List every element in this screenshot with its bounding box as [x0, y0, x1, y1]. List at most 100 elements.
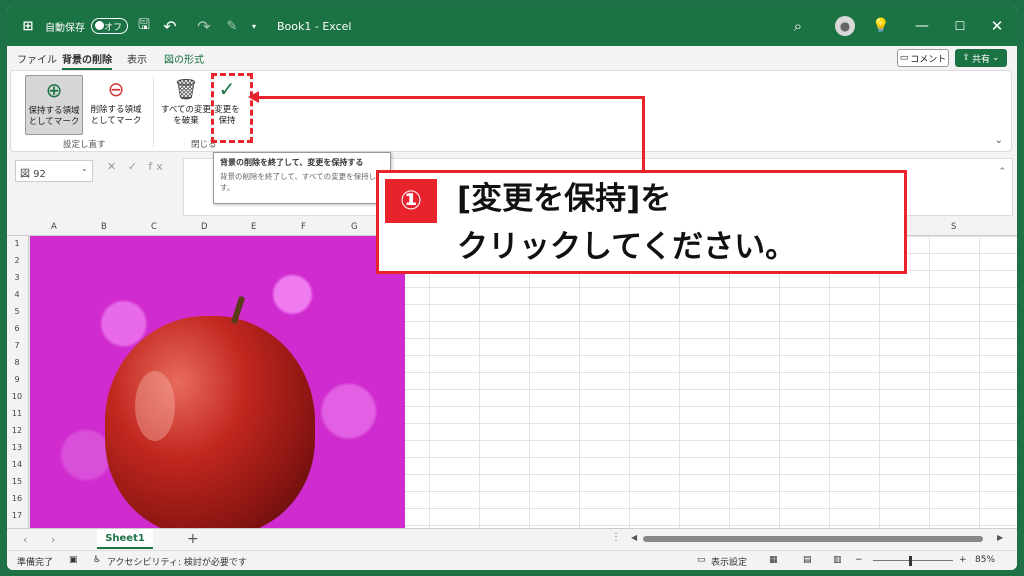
- discard-label-2: を破棄: [173, 116, 199, 126]
- row-header[interactable]: 3: [7, 273, 27, 282]
- autosave-label: 自動保存: [45, 22, 85, 34]
- display-settings-button[interactable]: 表示設定: [711, 555, 747, 568]
- formula-buttons[interactable]: ✕ ✓ fx: [107, 160, 167, 173]
- add-sheet-icon[interactable]: +: [187, 531, 199, 547]
- pencil-plus-icon: ⊕: [45, 77, 63, 102]
- column-header[interactable]: D: [201, 222, 208, 232]
- expand-formula-bar-icon[interactable]: ⌃: [998, 167, 1006, 177]
- zoom-in-icon[interactable]: +: [959, 555, 967, 565]
- keep-changes-highlight: [211, 73, 253, 143]
- minimize-button[interactable]: —: [907, 6, 937, 46]
- status-bar: 準備完了 ▣ ♿ アクセシビリティ: 検討が必要です ▭ 表示設定 ▦ ▤ ▥ …: [7, 550, 1017, 570]
- macro-record-icon[interactable]: ▣: [69, 555, 78, 565]
- scroll-left-icon[interactable]: ◀: [631, 533, 637, 542]
- column-header[interactable]: C: [151, 222, 157, 232]
- zoom-slider-thumb[interactable]: [909, 556, 912, 566]
- close-button[interactable]: ✕: [982, 6, 1012, 46]
- format-painter-icon[interactable]: ✎: [223, 6, 241, 46]
- instruction-line-1: [変更を保持]を: [457, 181, 672, 217]
- column-header[interactable]: G: [351, 222, 358, 232]
- share-button[interactable]: ⇪ 共有 ⌄: [955, 49, 1007, 67]
- search-icon[interactable]: ⌕: [787, 6, 809, 46]
- mark-keep-label-1: 保持する領域: [28, 106, 80, 116]
- row-header[interactable]: 10: [7, 392, 27, 401]
- quick-access-more-icon[interactable]: ▾: [247, 6, 261, 46]
- excel-window: ⊞ 自動保存 オフ 🖫 ↶ ↷ ✎ ▾ Book1 - Excel ⌕ ● 💡 …: [7, 6, 1017, 570]
- chevron-down-icon[interactable]: ⌄: [81, 164, 88, 173]
- instruction-callout: ① [変更を保持]を クリックしてください。: [376, 170, 907, 274]
- undo-icon[interactable]: ↶: [159, 6, 181, 46]
- sheet-tab-sheet1[interactable]: Sheet1: [97, 529, 153, 549]
- scroll-right-icon[interactable]: ▶: [997, 533, 1003, 542]
- redo-icon[interactable]: ↷: [193, 6, 215, 46]
- row-header[interactable]: 11: [7, 409, 27, 418]
- row-header[interactable]: 6: [7, 324, 27, 333]
- title-bar: ⊞ 自動保存 オフ 🖫 ↶ ↷ ✎ ▾ Book1 - Excel ⌕ ● 💡 …: [7, 6, 1017, 46]
- chevron-left-icon[interactable]: ‹: [23, 533, 27, 546]
- share-icon: ⇪: [962, 53, 970, 63]
- apple-image: [105, 316, 315, 528]
- lightbulb-icon[interactable]: 💡: [871, 6, 891, 46]
- row-header[interactable]: 7: [7, 341, 27, 350]
- tab-remove-background[interactable]: 背景の削除: [62, 51, 112, 70]
- share-label: 共有: [971, 54, 990, 65]
- ready-status: 準備完了: [17, 558, 54, 568]
- more-icon[interactable]: ⋮: [611, 532, 621, 543]
- column-header[interactable]: F: [301, 222, 306, 232]
- column-header[interactable]: B: [101, 222, 107, 232]
- horizontal-scrollbar[interactable]: ◀ ▶: [629, 533, 1009, 545]
- column-header[interactable]: A: [51, 222, 57, 232]
- mark-remove-label-1: 削除する領域: [90, 105, 142, 115]
- maximize-button[interactable]: ☐: [945, 6, 975, 46]
- page-break-icon[interactable]: ▥: [833, 555, 842, 565]
- apple-picture[interactable]: [30, 236, 405, 528]
- mark-areas-to-keep-button[interactable]: ⊕ 保持する領域 としてマーク: [25, 75, 83, 135]
- row-header[interactable]: 1: [7, 239, 27, 248]
- row-header[interactable]: 2: [7, 256, 27, 265]
- row-header[interactable]: 4: [7, 290, 27, 299]
- comment-label: コメント: [910, 54, 947, 65]
- display-settings-icon: ▭: [697, 555, 706, 565]
- row-header[interactable]: 14: [7, 460, 27, 469]
- chevron-right-icon[interactable]: ›: [51, 533, 55, 546]
- row-header[interactable]: 16: [7, 494, 27, 503]
- tab-file[interactable]: ファイル: [17, 51, 57, 66]
- row-header[interactable]: 9: [7, 375, 27, 384]
- column-header[interactable]: S: [951, 222, 956, 232]
- row-header[interactable]: 15: [7, 477, 27, 486]
- ribbon: ⊕ 保持する領域 としてマーク ⊖ 削除する領域 としてマーク 設定し直す 🗑 …: [10, 70, 1012, 152]
- row-header[interactable]: 5: [7, 307, 27, 316]
- save-icon[interactable]: 🖫: [135, 6, 153, 46]
- avatar[interactable]: ●: [835, 16, 855, 36]
- autosave-toggle[interactable]: オフ: [91, 18, 128, 34]
- scroll-thumb[interactable]: [643, 536, 983, 542]
- comment-button[interactable]: ▭ コメント: [897, 49, 949, 67]
- row-header[interactable]: 12: [7, 426, 27, 435]
- mark-remove-label-2: としてマーク: [90, 116, 142, 126]
- zoom-out-icon[interactable]: −: [855, 555, 863, 565]
- zoom-level[interactable]: 85%: [975, 555, 995, 565]
- row-header[interactable]: 17: [7, 511, 27, 520]
- collapse-ribbon-icon[interactable]: ⌄: [995, 135, 1003, 146]
- row-headers: 1 2 3 4 5 6 7 8 9 10 11 12 13 14 15 16 17: [7, 236, 29, 528]
- chevron-down-icon: ⌄: [992, 53, 1000, 63]
- tab-view[interactable]: 表示: [127, 51, 147, 66]
- column-header[interactable]: E: [251, 222, 256, 232]
- normal-view-icon[interactable]: ▦: [769, 555, 778, 565]
- accessibility-status[interactable]: アクセシビリティ: 検討が必要です: [107, 555, 247, 568]
- tab-picture-format[interactable]: 図の形式: [164, 51, 204, 66]
- mark-areas-to-remove-button[interactable]: ⊖ 削除する領域 としてマーク: [87, 75, 145, 135]
- page-layout-icon[interactable]: ▤: [803, 555, 812, 565]
- trash-icon: 🗑: [173, 76, 199, 101]
- annotation-arrow-vertical: [642, 96, 645, 172]
- row-header[interactable]: 8: [7, 358, 27, 367]
- tooltip-title: 背景の削除を終了して、変更を保持する: [220, 158, 364, 167]
- group-separator: [153, 77, 154, 147]
- ribbon-tabs: ファイル 背景の削除 表示 図の形式 ▭ コメント ⇪ 共有 ⌄: [7, 46, 1017, 70]
- instruction-line-2: クリックしてください。: [457, 229, 797, 265]
- apple-shine: [135, 371, 175, 441]
- excel-icon[interactable]: ⊞: [19, 6, 37, 46]
- row-header[interactable]: 13: [7, 443, 27, 452]
- zoom-slider[interactable]: [873, 560, 953, 561]
- autosave-state: オフ: [103, 22, 122, 33]
